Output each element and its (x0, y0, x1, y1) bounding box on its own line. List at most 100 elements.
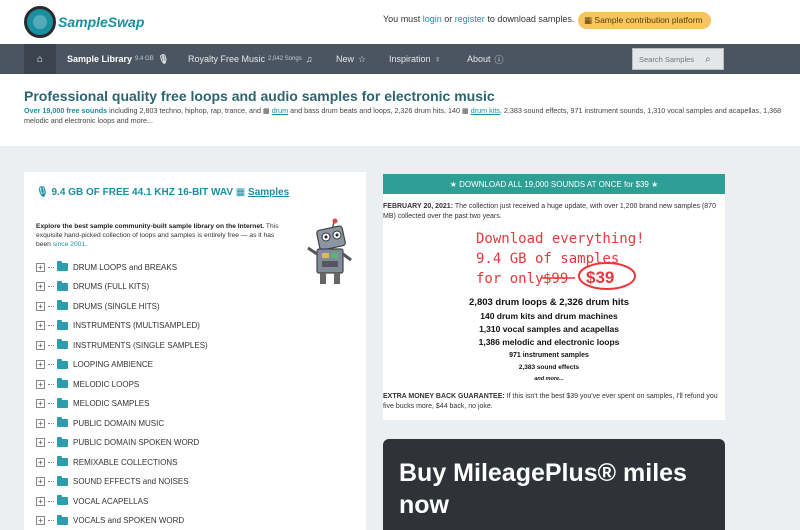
sample-library-panel: 🎙 9.4 GB OF FREE 44.1 KHZ 16-BIT WAV ▦ S… (24, 172, 366, 530)
search-icon[interactable]: ⌕ (705, 54, 711, 65)
download-all-button[interactable]: ★ DOWNLOAD ALL 19,000 SOUNDS AT ONCE for… (383, 174, 725, 194)
expand-icon[interactable]: + (36, 379, 45, 389)
tree-item-label: DRUM LOOPS and BREAKS (73, 262, 178, 272)
tree-item-label: INSTRUMENTS (SINGLE SAMPLES) (73, 340, 208, 350)
sound-count: Over 19,000 free sounds (24, 106, 108, 115)
tree-item-drums-full-kits[interactable]: + DRUMS (FULL KITS) (36, 280, 149, 294)
tree-item-label: DRUMS (SINGLE HITS) (73, 301, 160, 311)
tree-item-label: MELODIC LOOPS (73, 379, 140, 389)
nav-new[interactable]: New ☆ (336, 44, 366, 74)
promo-stat-2: 140 drum kits and drum machines (480, 311, 618, 321)
tree-item-instruments-multisampled[interactable]: + INSTRUMENTS (MULTISAMPLED) (36, 319, 200, 333)
expand-icon[interactable]: + (36, 321, 45, 330)
expand-icon[interactable]: + (36, 301, 45, 311)
folder-icon (57, 261, 68, 271)
tree-item-public-domain-spoken[interactable]: + PUBLIC DOMAIN SPOKEN WORD (36, 436, 199, 450)
tree-connector (48, 266, 54, 268)
money-back-guarantee: EXTRA MONEY BACK GUARANTEE: If this isn'… (383, 392, 723, 412)
expand-icon[interactable]: + (36, 438, 45, 447)
hero-text-2: and bass drum beats and loops, 2,326 dru… (290, 106, 460, 115)
folder-icon (57, 319, 68, 330)
tree-connector (48, 461, 54, 463)
tree-connector (48, 325, 54, 326)
tree-item-label: PUBLIC DOMAIN MUSIC (73, 418, 165, 428)
folder-icon (57, 280, 68, 291)
expand-icon[interactable]: + (36, 457, 45, 467)
nav-label: Inspiration (389, 54, 431, 64)
promo-stat-1: 2,803 drum loops & 2,326 drum hits (469, 297, 629, 308)
expand-icon[interactable]: + (36, 340, 45, 350)
nav-label: Sample Library (67, 54, 133, 64)
nav-sub: 9.4 GB (135, 56, 154, 62)
promo-stat-4: 1,386 melodic and electronic loops (479, 337, 620, 347)
tree-item-label: PUBLIC DOMAIN SPOKEN WORD (73, 438, 200, 447)
nav-about[interactable]: About ⓘ (467, 44, 504, 74)
download-promo-graphic[interactable]: Download everything! 9.4 GB of samples f… (383, 224, 725, 382)
nav-sub: 2,042 Songs (268, 56, 302, 62)
nav-label: About (467, 54, 491, 64)
tree-item-vocal-acapellas[interactable]: + VOCAL ACAPELLAS (36, 494, 148, 508)
advertisement[interactable]: Buy MileagePlus® miles now (383, 439, 725, 530)
expand-icon[interactable]: + (36, 516, 45, 525)
nav-royalty-free-music[interactable]: Royalty Free Music 2,042 Songs ♫ (188, 44, 312, 74)
expand-icon[interactable]: + (36, 418, 45, 428)
expand-icon[interactable]: + (36, 399, 45, 408)
tree-item-sound-effects[interactable]: + SOUND EFFECTS and NOISES (36, 475, 189, 489)
nav-inspiration[interactable]: Inspiration ♀ (389, 44, 441, 74)
star-icon: ☆ (358, 53, 367, 64)
samples-link[interactable]: Samples (248, 187, 289, 198)
info-icon: ⓘ (494, 54, 504, 65)
register-link[interactable]: register (455, 14, 485, 24)
tree-item-label: INSTRUMENTS (MULTISAMPLED) (73, 321, 200, 330)
download-banner-text: DOWNLOAD ALL 19,000 SOUNDS AT ONCE for $… (459, 179, 649, 189)
update-date: FEBRUARY 20, 2021: (383, 203, 454, 210)
tree-item-drum-loops[interactable]: + DRUM LOOPS and BREAKS (36, 260, 177, 274)
home-icon: ⌂ (36, 53, 44, 65)
headphones-logo-icon (24, 6, 56, 38)
tree-item-looping-ambience[interactable]: + LOOPING AMBIENCE (36, 358, 153, 372)
drum-link[interactable]: drum (272, 106, 288, 115)
login-link[interactable]: login (423, 14, 442, 24)
home-button[interactable]: ⌂ (24, 44, 56, 74)
expand-icon[interactable]: + (36, 262, 45, 272)
drum-kits-link[interactable]: drum kits (471, 106, 500, 115)
contribution-label: Sample contribution platform (594, 15, 703, 25)
tree-item-melodic-loops[interactable]: + MELODIC LOOPS (36, 377, 139, 391)
tree-connector (48, 383, 54, 385)
tree-connector (48, 344, 54, 346)
star-icon: ★ (651, 179, 659, 189)
robot-mascot-icon (307, 218, 352, 284)
tree-item-instruments-single[interactable]: + INSTRUMENTS (SINGLE SAMPLES) (36, 338, 208, 352)
folder-icon (57, 339, 68, 349)
library-description: Explore the best sample community-built … (36, 223, 279, 248)
tree-item-remixable-collections[interactable]: + REMIXABLE COLLECTIONS (36, 455, 177, 469)
tree-item-vocals-spoken-word[interactable]: + VOCALS and SPOKEN WORD (36, 514, 184, 528)
expand-icon[interactable]: + (36, 282, 45, 291)
tree-item-public-domain-music[interactable]: + PUBLIC DOMAIN MUSIC (36, 416, 164, 430)
lightbulb-icon: ♀ (434, 54, 442, 64)
logo[interactable]: SampleSwap (24, 6, 144, 38)
folder-icon (57, 397, 68, 408)
nav-label: Royalty Free Music (188, 54, 266, 64)
contribution-platform-button[interactable]: ▦ Sample contribution platform (578, 12, 711, 29)
tree-connector (48, 500, 54, 502)
since-link[interactable]: since 2001 (53, 241, 85, 248)
tree-connector (48, 481, 54, 482)
search-input[interactable] (633, 54, 705, 64)
guarantee-title: EXTRA MONEY BACK GUARANTEE: (383, 393, 505, 400)
expand-icon[interactable]: + (36, 477, 45, 486)
tree-item-melodic-samples[interactable]: + MELODIC SAMPLES (36, 397, 149, 411)
promo-line-3: for only (476, 271, 543, 287)
folder-icon (57, 456, 68, 466)
library-title: 🎙 9.4 GB OF FREE 44.1 KHZ 16-BIT WAV ▦ S… (36, 187, 289, 198)
expand-icon[interactable]: + (36, 360, 45, 369)
promo-new-price: $39 (586, 268, 614, 287)
expand-icon[interactable]: + (36, 496, 45, 506)
nav-sample-library[interactable]: Sample Library 9.4 GB 🎙 (67, 44, 169, 74)
top-header: SampleSwap You must login or register to… (0, 0, 800, 44)
page-title: Professional quality free loops and audi… (24, 88, 495, 104)
update-note: FEBRUARY 20, 2021: The collection just r… (383, 202, 721, 222)
tree-item-drums-single-hits[interactable]: + DRUMS (SINGLE HITS) (36, 299, 160, 313)
main-nav: ⌂ Sample Library 9.4 GB 🎙 Royalty Free M… (0, 44, 800, 74)
promo-line-1: Download everything! (476, 231, 645, 247)
